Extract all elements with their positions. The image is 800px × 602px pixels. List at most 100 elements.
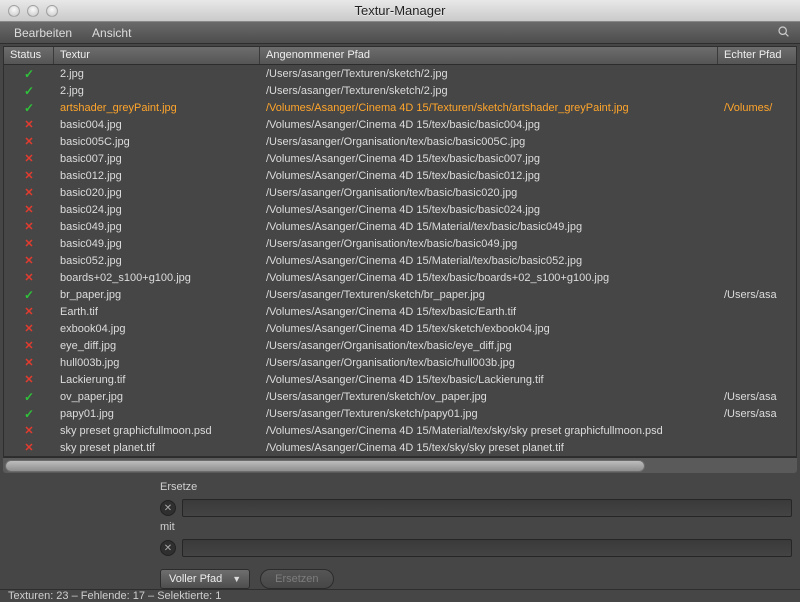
table-row[interactable]: ✕Earth.tif/Volumes/Asanger/Cinema 4D 15/… xyxy=(4,303,796,320)
table-row[interactable]: ✕basic005C.jpg/Users/asanger/Organisatio… xyxy=(4,133,796,150)
clear-with-icon[interactable]: ✕ xyxy=(160,540,176,556)
path-mode-dropdown[interactable]: Voller Pfad ▼ xyxy=(160,569,250,589)
search-icon[interactable] xyxy=(771,23,796,43)
table-row[interactable]: ✓2.jpg/Users/asanger/Texturen/sketch/2.j… xyxy=(4,82,796,99)
texture-name: exbook04.jpg xyxy=(54,323,260,335)
assumed-path: /Users/asanger/Organisation/tex/basic/ba… xyxy=(260,187,718,199)
clear-replace-icon[interactable]: ✕ xyxy=(160,500,176,516)
texture-name: basic024.jpg xyxy=(54,204,260,216)
real-path: /Users/asa xyxy=(718,289,796,301)
assumed-path: /Users/asanger/Organisation/tex/basic/ey… xyxy=(260,340,718,352)
column-header-real-path[interactable]: Echter Pfad xyxy=(718,47,796,64)
minimize-window-button[interactable] xyxy=(27,5,39,17)
texture-name: artshader_greyPaint.jpg xyxy=(54,102,260,114)
table-row[interactable]: ✓2.jpg/Users/asanger/Texturen/sketch/2.j… xyxy=(4,65,796,82)
table-row[interactable]: ✕basic049.jpg/Users/asanger/Organisation… xyxy=(4,235,796,252)
table-row[interactable]: ✕basic007.jpg/Volumes/Asanger/Cinema 4D … xyxy=(4,150,796,167)
table-row[interactable]: ✕basic012.jpg/Volumes/Asanger/Cinema 4D … xyxy=(4,167,796,184)
close-window-button[interactable] xyxy=(8,5,20,17)
table-row[interactable]: ✕basic049.jpg/Volumes/Asanger/Cinema 4D … xyxy=(4,218,796,235)
table-row[interactable]: ✕eye_diff.jpg/Users/asanger/Organisation… xyxy=(4,337,796,354)
table-row[interactable]: ✕sky preset planet.tif/Volumes/Asanger/C… xyxy=(4,439,796,456)
status-missing-icon: ✕ xyxy=(4,441,54,454)
status-ok-icon: ✓ xyxy=(4,288,54,302)
window-title: Textur-Manager xyxy=(0,3,800,18)
assumed-path: /Volumes/Asanger/Cinema 4D 15/tex/basic/… xyxy=(260,170,718,182)
status-ok-icon: ✓ xyxy=(4,407,54,421)
replace-panel: Ersetze ✕ mit ✕ Voller Pfad ▼ Ersetzen xyxy=(0,473,800,589)
menu-edit[interactable]: Bearbeiten xyxy=(4,24,82,42)
status-missing-icon: ✕ xyxy=(4,152,54,165)
window-titlebar: Textur-Manager xyxy=(0,0,800,22)
assumed-path: /Users/asanger/Texturen/sketch/2.jpg xyxy=(260,68,718,80)
table-row[interactable]: ✕basic052.jpg/Volumes/Asanger/Cinema 4D … xyxy=(4,252,796,269)
scrollbar-thumb[interactable] xyxy=(5,460,645,472)
zoom-window-button[interactable] xyxy=(46,5,58,17)
assumed-path: /Volumes/Asanger/Cinema 4D 15/tex/basic/… xyxy=(260,374,718,386)
assumed-path: /Users/asanger/Organisation/tex/basic/ba… xyxy=(260,136,718,148)
assumed-path: /Users/asanger/Texturen/sketch/ov_paper.… xyxy=(260,391,718,403)
dropdown-value: Voller Pfad xyxy=(169,573,222,585)
real-path: /Volumes/ xyxy=(718,102,796,114)
texture-name: hull003b.jpg xyxy=(54,357,260,369)
status-missing-icon: ✕ xyxy=(4,135,54,148)
texture-name: basic049.jpg xyxy=(54,238,260,250)
replace-input[interactable] xyxy=(182,499,792,517)
table-row[interactable]: ✕sky preset graphicfullmoon.psd/Volumes/… xyxy=(4,422,796,439)
assumed-path: /Volumes/Asanger/Cinema 4D 15/Material/t… xyxy=(260,425,718,437)
assumed-path: /Volumes/Asanger/Cinema 4D 15/tex/basic/… xyxy=(260,153,718,165)
status-text: Texturen: 23 – Fehlende: 17 – Selektiert… xyxy=(8,590,221,602)
table-row[interactable]: ✓br_paper.jpg/Users/asanger/Texturen/ske… xyxy=(4,286,796,303)
assumed-path: /Volumes/Asanger/Cinema 4D 15/tex/sky/sk… xyxy=(260,442,718,454)
table-row[interactable]: ✕exbook04.jpg/Volumes/Asanger/Cinema 4D … xyxy=(4,320,796,337)
assumed-path: /Volumes/Asanger/Cinema 4D 15/tex/basic/… xyxy=(260,306,718,318)
status-ok-icon: ✓ xyxy=(4,84,54,98)
horizontal-scrollbar[interactable] xyxy=(3,457,797,473)
status-bar: Texturen: 23 – Fehlende: 17 – Selektiert… xyxy=(0,589,800,602)
texture-name: basic004.jpg xyxy=(54,119,260,131)
menu-view[interactable]: Ansicht xyxy=(82,24,141,42)
chevron-down-icon: ▼ xyxy=(232,574,241,584)
assumed-path: /Users/asanger/Texturen/sketch/br_paper.… xyxy=(260,289,718,301)
real-path: /Users/asa xyxy=(718,391,796,403)
assumed-path: /Volumes/Asanger/Cinema 4D 15/tex/basic/… xyxy=(260,204,718,216)
texture-name: papy01.jpg xyxy=(54,408,260,420)
column-header-assumed-path[interactable]: Angenommener Pfad xyxy=(260,47,718,64)
real-path: /Users/asa xyxy=(718,408,796,420)
status-missing-icon: ✕ xyxy=(4,339,54,352)
assumed-path: /Volumes/Asanger/Cinema 4D 15/Texturen/s… xyxy=(260,102,718,114)
status-missing-icon: ✕ xyxy=(4,322,54,335)
status-missing-icon: ✕ xyxy=(4,356,54,369)
table-body[interactable]: ✓2.jpg/Users/asanger/Texturen/sketch/2.j… xyxy=(4,65,796,456)
replace-button[interactable]: Ersetzen xyxy=(260,569,333,589)
status-missing-icon: ✕ xyxy=(4,305,54,318)
status-missing-icon: ✕ xyxy=(4,254,54,267)
window-controls xyxy=(0,5,58,17)
table-row[interactable]: ✕hull003b.jpg/Users/asanger/Organisation… xyxy=(4,354,796,371)
texture-name: basic020.jpg xyxy=(54,187,260,199)
texture-name: basic052.jpg xyxy=(54,255,260,267)
column-header-texture[interactable]: Textur xyxy=(54,47,260,64)
assumed-path: /Volumes/Asanger/Cinema 4D 15/tex/basic/… xyxy=(260,119,718,131)
table-row[interactable]: ✓artshader_greyPaint.jpg/Volumes/Asanger… xyxy=(4,99,796,116)
assumed-path: /Volumes/Asanger/Cinema 4D 15/Material/t… xyxy=(260,255,718,267)
texture-name: Earth.tif xyxy=(54,306,260,318)
table-row[interactable]: ✕boards+02_s100+g100.jpg/Volumes/Asanger… xyxy=(4,269,796,286)
table-row[interactable]: ✕Lackierung.tif/Volumes/Asanger/Cinema 4… xyxy=(4,371,796,388)
status-ok-icon: ✓ xyxy=(4,67,54,81)
assumed-path: /Users/asanger/Organisation/tex/basic/ba… xyxy=(260,238,718,250)
texture-table: Status Textur Angenommener Pfad Echter P… xyxy=(3,46,797,457)
texture-name: basic005C.jpg xyxy=(54,136,260,148)
table-row[interactable]: ✕basic020.jpg/Users/asanger/Organisation… xyxy=(4,184,796,201)
table-row[interactable]: ✓papy01.jpg/Users/asanger/Texturen/sketc… xyxy=(4,405,796,422)
column-header-status[interactable]: Status xyxy=(4,47,54,64)
table-row[interactable]: ✕basic024.jpg/Volumes/Asanger/Cinema 4D … xyxy=(4,201,796,218)
table-row[interactable]: ✕basic004.jpg/Volumes/Asanger/Cinema 4D … xyxy=(4,116,796,133)
status-missing-icon: ✕ xyxy=(4,424,54,437)
texture-name: sky preset graphicfullmoon.psd xyxy=(54,425,260,437)
status-missing-icon: ✕ xyxy=(4,373,54,386)
with-input[interactable] xyxy=(182,539,792,557)
status-missing-icon: ✕ xyxy=(4,271,54,284)
table-row[interactable]: ✓ov_paper.jpg/Users/asanger/Texturen/ske… xyxy=(4,388,796,405)
texture-name: Lackierung.tif xyxy=(54,374,260,386)
